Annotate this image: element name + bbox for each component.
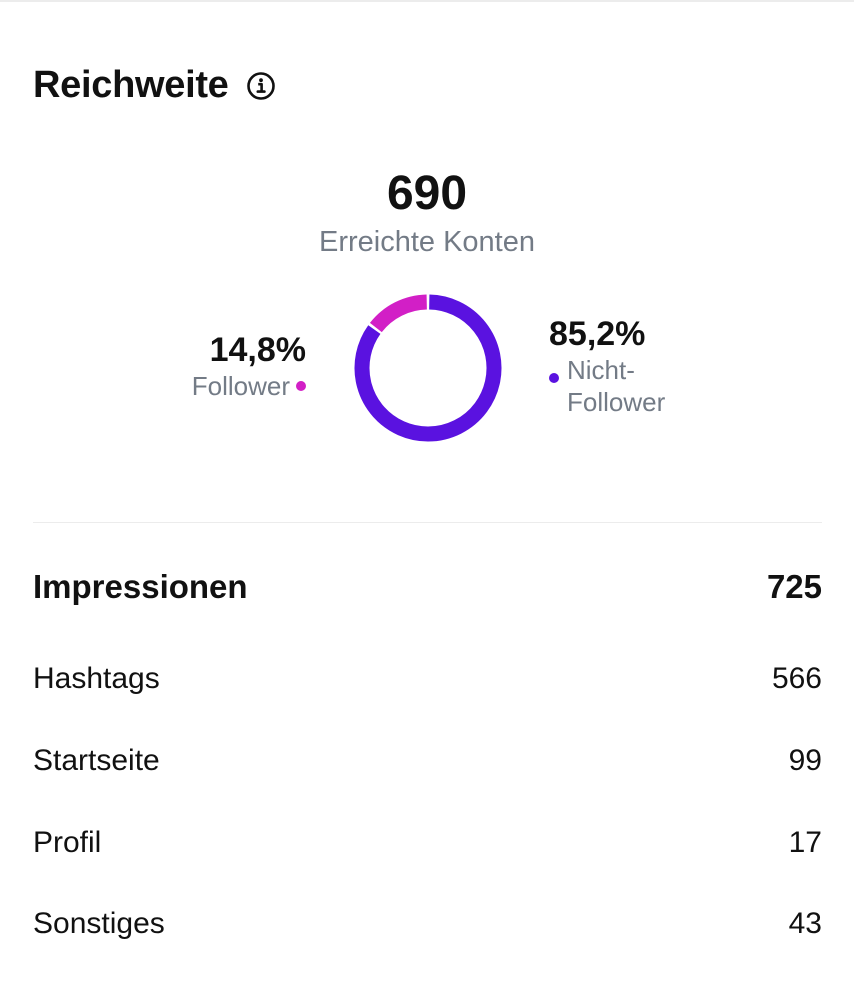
impression-source-row: Startseite 99 bbox=[33, 744, 822, 778]
impression-source-row: Sonstiges 43 bbox=[33, 907, 822, 941]
top-divider bbox=[0, 0, 854, 2]
source-label: Startseite bbox=[33, 744, 160, 777]
accounts-reached-count: 690 bbox=[386, 167, 468, 220]
impression-source-row: Hashtags 566 bbox=[33, 662, 822, 696]
non-follower-label: Nicht- Follower bbox=[567, 355, 666, 417]
source-label: Profil bbox=[33, 826, 102, 859]
non-follower-legend-dot bbox=[549, 373, 559, 383]
source-value: 99 bbox=[788, 744, 822, 777]
reach-donut-chart bbox=[354, 294, 502, 442]
section-divider bbox=[33, 522, 822, 523]
impression-source-row: Profil 17 bbox=[33, 826, 822, 860]
reach-header: Reichweite bbox=[33, 64, 277, 107]
source-label: Sonstiges bbox=[33, 907, 165, 940]
section-title: Reichweite bbox=[33, 64, 229, 106]
non-follower-stat: 85,2% Nicht- Follower bbox=[549, 314, 665, 418]
info-icon[interactable] bbox=[245, 70, 277, 102]
impressions-value: 725 bbox=[766, 568, 822, 605]
source-value: 43 bbox=[788, 907, 822, 940]
source-value: 566 bbox=[771, 662, 822, 695]
source-label: Hashtags bbox=[33, 662, 160, 695]
follower-arc bbox=[369, 294, 428, 333]
follower-stat: 14,8% Follower bbox=[192, 330, 306, 402]
accounts-reached-caption: Erreichte Konten bbox=[318, 226, 535, 258]
impressions-total-row: Impressionen 725 bbox=[33, 568, 822, 606]
follower-label: Follower bbox=[191, 371, 290, 401]
non-follower-percent: 85,2% bbox=[549, 315, 646, 353]
follower-percent: 14,8% bbox=[209, 331, 306, 369]
follower-legend-dot bbox=[296, 381, 306, 391]
source-value: 17 bbox=[788, 826, 822, 859]
impressions-label: Impressionen bbox=[33, 568, 248, 605]
